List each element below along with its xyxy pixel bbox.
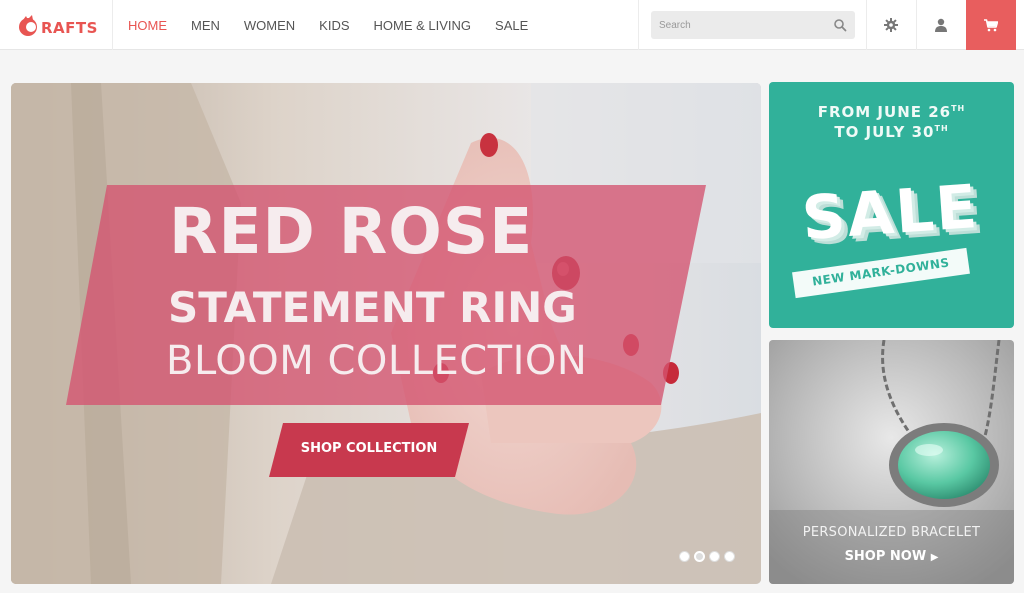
play-arrow-icon: ▶ (930, 552, 939, 563)
gear-icon (884, 18, 898, 32)
nav-item-sale[interactable]: SALE (483, 18, 540, 33)
nav-item-men[interactable]: MEN (179, 18, 232, 33)
nav-item-home-living[interactable]: HOME & LIVING (362, 18, 484, 33)
hero-banner: RED ROSE STATEMENT RING BLOOM COLLECTION… (11, 83, 761, 584)
settings-button[interactable] (866, 0, 916, 50)
sale-promo-card[interactable]: FROM JUNE 26TH TO JULY 30TH SALE NEW MAR… (769, 82, 1014, 328)
slider-dot[interactable] (709, 551, 720, 562)
logo-text: RAFTS (41, 19, 98, 37)
search-box (651, 11, 855, 39)
slider-dot[interactable] (724, 551, 735, 562)
bracelet-promo-card[interactable]: PERSONALIZED BRACELET SHOP NOW ▶ (769, 340, 1014, 584)
nav-item-home[interactable]: HOME (116, 18, 179, 33)
search-input[interactable] (651, 11, 827, 39)
site-header: RAFTS HOME MEN WOMEN KIDS HOME & LIVING … (0, 0, 1024, 50)
cart-icon (984, 18, 998, 31)
divider (638, 0, 639, 50)
slider-dot-active[interactable] (694, 551, 705, 562)
site-logo[interactable]: RAFTS (16, 12, 98, 38)
slider-dots (679, 551, 735, 562)
bracelet-shop-now[interactable]: SHOP NOW ▶ (769, 549, 1014, 564)
nav-item-women[interactable]: WOMEN (232, 18, 307, 33)
sale-tag-label: NEW MARK-DOWNS (811, 255, 951, 289)
sale-headline: SALE (799, 171, 982, 255)
bracelet-photo (769, 340, 1014, 584)
hero-band (66, 185, 706, 405)
sale-date-start: FROM JUNE 26TH (817, 103, 966, 121)
slider-dot[interactable] (679, 551, 690, 562)
sale-tag: NEW MARK-DOWNS (792, 247, 970, 299)
shop-collection-label: SHOP COLLECTION (300, 441, 438, 456)
account-button[interactable] (916, 0, 966, 50)
user-icon (935, 18, 947, 32)
logo-mark-icon (16, 13, 40, 37)
main-nav: HOME MEN WOMEN KIDS HOME & LIVING SALE (116, 0, 540, 50)
cart-button[interactable] (966, 0, 1016, 50)
bracelet-title: PERSONALIZED BRACELET (802, 525, 981, 540)
divider (112, 0, 113, 50)
sale-date-end: TO JULY 30TH (834, 123, 949, 141)
nav-item-kids[interactable]: KIDS (307, 18, 361, 33)
shop-collection-button[interactable]: SHOP COLLECTION (269, 423, 469, 477)
search-icon[interactable] (833, 18, 847, 32)
